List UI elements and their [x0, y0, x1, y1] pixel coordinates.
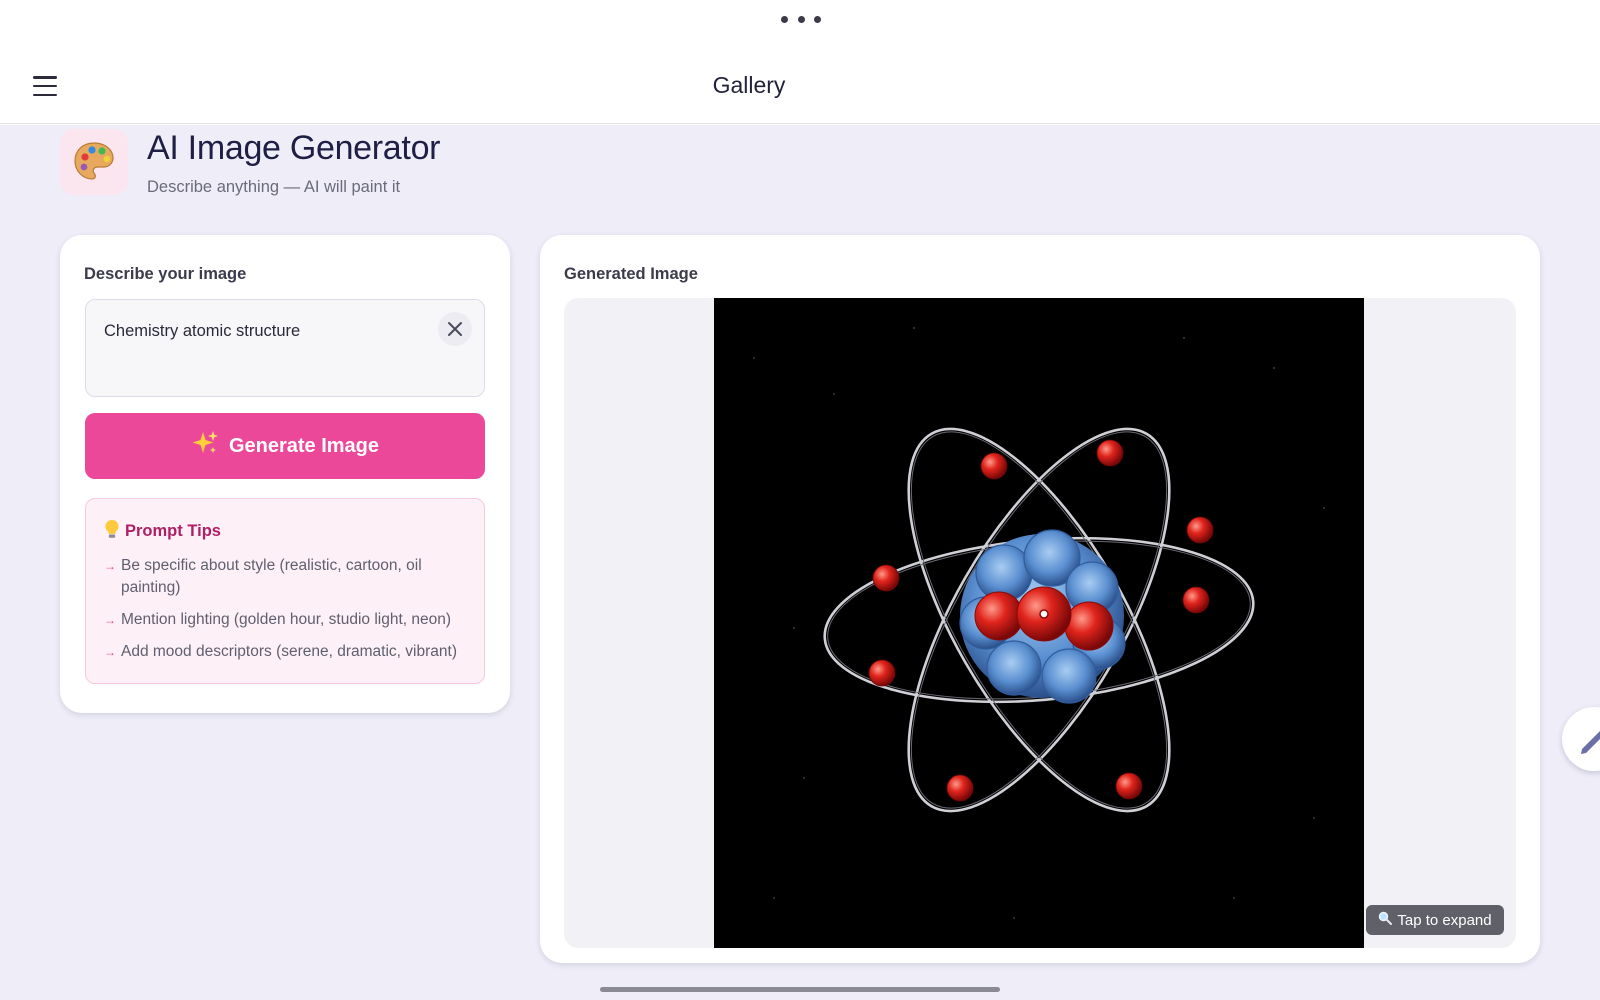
- tip-item: → Add mood descriptors (serene, dramatic…: [104, 641, 469, 663]
- home-indicator: [600, 987, 1000, 992]
- page-title: AI Image Generator: [147, 129, 441, 167]
- tip-item: → Mention lighting (golden hour, studio …: [104, 609, 469, 631]
- result-label: Generated Image: [564, 265, 698, 283]
- prompt-input-value[interactable]: Chemistry atomic structure: [104, 322, 300, 341]
- arrow-right-icon: →: [104, 613, 116, 627]
- lightbulb-icon: [104, 519, 120, 544]
- image-frame: Tap to expand: [564, 298, 1516, 948]
- close-icon: [448, 322, 462, 336]
- tip-item-text: Mention lighting (golden hour, studio li…: [121, 611, 452, 628]
- pencil-icon: [1581, 731, 1600, 754]
- prompt-input[interactable]: Chemistry atomic structure: [85, 299, 485, 397]
- magnifier-icon: [1378, 911, 1393, 929]
- prompt-label: Describe your image: [84, 265, 247, 283]
- prompt-tips-title-text: Prompt Tips: [125, 522, 221, 540]
- tap-to-expand-button[interactable]: Tap to expand: [1366, 905, 1504, 935]
- arrow-right-icon: →: [104, 645, 116, 659]
- tip-item: → Be specific about style (realistic, ca…: [104, 555, 469, 599]
- result-card: Generated Image Tap to expand: [540, 235, 1540, 963]
- clear-prompt-button[interactable]: [438, 312, 472, 346]
- prompt-tips-box: Prompt Tips → Be specific about style (r…: [85, 498, 485, 684]
- arrow-right-icon: →: [104, 559, 116, 573]
- sparkles-icon: [191, 429, 219, 463]
- app-bar-title: Gallery: [712, 72, 786, 98]
- top-app-bar: Gallery: [0, 0, 1600, 124]
- more-dots-icon[interactable]: [781, 14, 821, 24]
- generate-image-button[interactable]: Generate Image: [85, 413, 485, 479]
- prompt-card: Describe your image Chemistry atomic str…: [60, 235, 510, 713]
- edit-fab-button[interactable]: [1562, 707, 1600, 771]
- prompt-tips-title: Prompt Tips: [104, 519, 221, 544]
- generate-image-label: Generate Image: [228, 434, 380, 457]
- palette-icon: [60, 129, 128, 195]
- atom-model-image[interactable]: [714, 298, 1364, 948]
- tip-item-text: Be specific about style (realistic, cart…: [121, 557, 422, 596]
- tap-to-expand-label: Tap to expand: [1397, 911, 1492, 929]
- page-subtitle: Describe anything — AI will paint it: [147, 178, 401, 196]
- tip-item-text: Add mood descriptors (serene, dramatic, …: [121, 643, 457, 660]
- main-content: AI Image Generator Describe anything — A…: [0, 125, 1600, 1000]
